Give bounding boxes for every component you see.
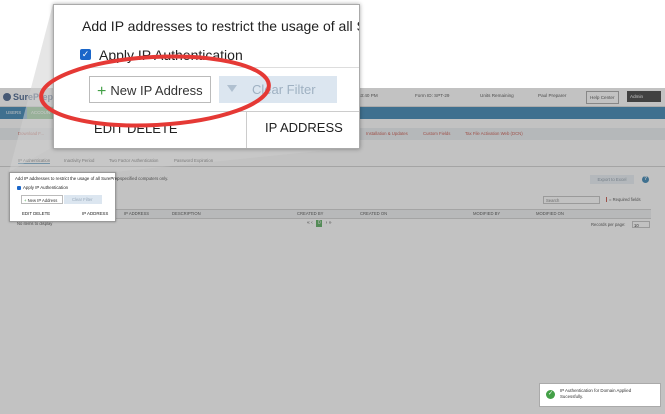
success-toast: ✓ IP Authentication for Domain Applied S…: [539, 383, 661, 407]
red-highlight-ellipse: [39, 54, 271, 128]
check-circle-icon: ✓: [546, 390, 555, 399]
highlight-annotation: [39, 54, 271, 128]
toast-message: IP Authentication for Domain Applied Suc…: [560, 388, 632, 399]
